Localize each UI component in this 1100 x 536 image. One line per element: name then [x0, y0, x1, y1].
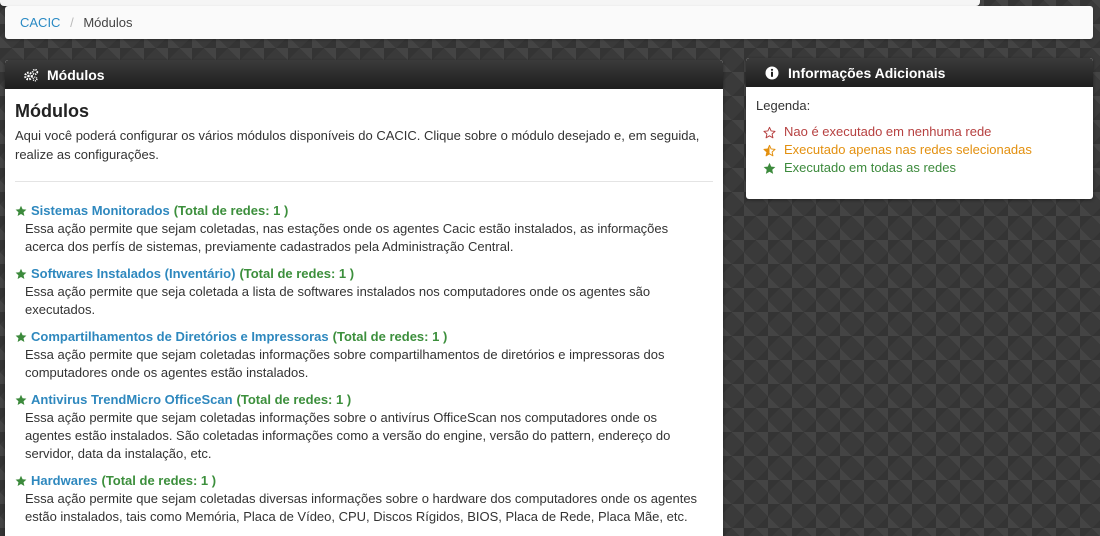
info-panel-header: Informações Adicionais — [746, 58, 1093, 87]
star-full-icon — [15, 394, 27, 405]
star-full-icon — [763, 162, 776, 174]
module-link-compartilhamentos[interactable]: Compartilhamentos de Diretórios e Impres… — [31, 328, 329, 346]
modules-panel: Módulos Módulos Aqui você poderá configu… — [5, 60, 723, 536]
breadcrumb: CACIC / Módulos — [5, 6, 1093, 39]
star-full-icon — [15, 268, 27, 279]
info-panel-title: Informações Adicionais — [788, 64, 946, 81]
breadcrumb-home-link[interactable]: CACIC — [20, 15, 60, 30]
star-full-icon — [15, 331, 27, 342]
star-half-icon — [763, 144, 776, 156]
module-description: Essa ação permite que sejam coletadas in… — [25, 347, 665, 380]
module-item: Softwares Instalados (Inventário) (Total… — [15, 265, 713, 319]
modules-panel-title: Módulos — [47, 66, 105, 83]
legend-text-none: Nao é executado em nenhuma rede — [784, 124, 992, 139]
modules-panel-header: Módulos — [5, 60, 723, 89]
star-full-icon — [15, 205, 27, 216]
breadcrumb-separator: / — [70, 15, 74, 30]
star-full-icon — [15, 475, 27, 486]
module-total: (Total de redes: 1 ) — [173, 203, 289, 218]
module-description: Essa ação permite que sejam coletadas, n… — [25, 221, 669, 254]
info-panel: Informações Adicionais Legenda: Nao é ex… — [746, 58, 1093, 199]
cogs-icon — [23, 67, 39, 83]
module-item: Hardwares (Total de redes: 1 ) Essa ação… — [15, 472, 713, 526]
module-link-hardwares[interactable]: Hardwares — [31, 472, 97, 490]
legend-item: Executado em todas as redes — [756, 159, 1083, 177]
star-empty-icon — [763, 126, 776, 138]
breadcrumb-current: Módulos — [83, 15, 133, 30]
info-circle-icon — [764, 65, 780, 81]
module-link-softwares-instalados[interactable]: Softwares Instalados (Inventário) — [31, 265, 235, 283]
module-item: Sistemas Monitorados (Total de redes: 1 … — [15, 202, 713, 256]
legend-item: Nao é executado em nenhuma rede — [756, 123, 1083, 141]
module-description: Essa ação permite que sejam coletadas di… — [25, 491, 698, 524]
divider — [15, 181, 713, 182]
module-description: Essa ação permite que sejam coletadas in… — [25, 410, 671, 461]
legend-text-selected: Executado apenas nas redes selecionadas — [784, 142, 1032, 157]
module-item: Compartilhamentos de Diretórios e Impres… — [15, 328, 713, 382]
module-link-sistemas-monitorados[interactable]: Sistemas Monitorados — [31, 202, 170, 220]
module-total: (Total de redes: 1 ) — [332, 329, 448, 344]
module-item: Antivirus TrendMicro OfficeScan (Total d… — [15, 391, 713, 463]
legend-item: Executado apenas nas redes selecionadas — [756, 141, 1083, 159]
module-link-antivirus-officescan[interactable]: Antivirus TrendMicro OfficeScan — [31, 391, 233, 409]
module-total: (Total de redes: 1 ) — [236, 392, 352, 407]
legend-text-all: Executado em todas as redes — [784, 160, 956, 175]
page-description: Aqui você poderá configurar os vários mó… — [15, 128, 700, 162]
legend-label: Legenda: — [756, 98, 811, 113]
module-total: (Total de redes: 1 ) — [101, 473, 217, 488]
page-title: Módulos — [15, 101, 89, 121]
module-description: Essa ação permite que seja coletada a li… — [25, 284, 651, 317]
module-total: (Total de redes: 1 ) — [239, 266, 355, 281]
